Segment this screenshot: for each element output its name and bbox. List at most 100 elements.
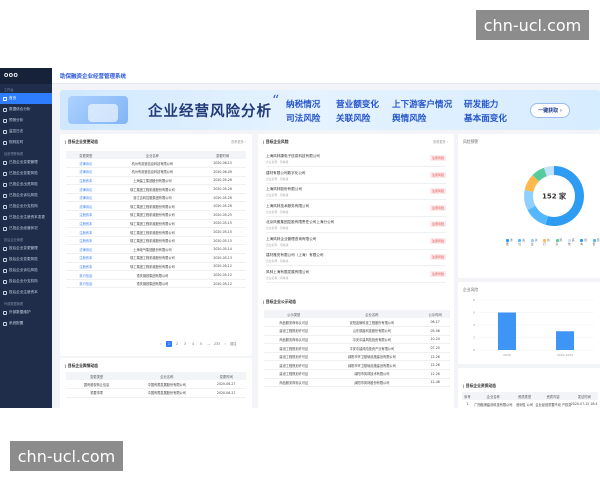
- column-header[interactable]: 企业名称: [323, 310, 421, 318]
- table-row[interactable]: 1 广西融博建设科技有限公司 营利性 公司 企业经营重要不动 产权变更 2020-07-…: [462, 400, 598, 408]
- sidebar-item[interactable]: 投后企业变更管理: [0, 243, 52, 254]
- risk-list-item[interactable]: 上海风林康电子信息科技有限公司 企业名称：风林康 注意风险: [266, 152, 446, 167]
- banner-tag: 基本面变化: [464, 114, 507, 124]
- menu-icon: [3, 290, 7, 295]
- table-row[interactable]: 法律诉讼 杭州有赛道信息科技有限公司 2020-06-15: [66, 159, 246, 169]
- menu-icon: [3, 193, 7, 198]
- sidebar-item[interactable]: 已投企业变更风险: [0, 168, 52, 179]
- table-row[interactable]: 注册资本 徐工集团工程机械股份有限公司 2020-05-15: [66, 227, 246, 237]
- table-row[interactable]: 法律诉讼 徐工集团工程机械股份有限公司 2020-05-26: [66, 184, 246, 194]
- sidebar-item[interactable]: 已投企业分支机构: [0, 201, 52, 212]
- page-button[interactable]: ...: [206, 341, 212, 347]
- sidebar-item[interactable]: 已投企业经营状况: [0, 223, 52, 234]
- table-row[interactable]: 建设工程规划许可证 绿阳市环卫基础设施建设有限公司 12-26: [264, 360, 450, 371]
- page-button[interactable]: 4: [190, 341, 196, 347]
- sidebar-item[interactable]: 投后企业诉讼风险: [0, 265, 52, 276]
- risk-list-item[interactable]: 上海风林企业管理咨询有限公司 企业名称：风林康 注意风险: [266, 235, 446, 250]
- table-row[interactable]: 建设工程规划许可证 平安中建风险投资产业有限公司 07-20: [264, 343, 450, 353]
- risk-warning-donut-card: 风险预警 152 家 重要 失信 关注 执行 限高 其他 终本 预警: [458, 134, 600, 278]
- view-more-link[interactable]: 查看更多 ›: [433, 139, 448, 144]
- column-header[interactable]: 变更类型: [66, 151, 106, 159]
- column-header[interactable]: 公示时间: [420, 310, 450, 318]
- table-row[interactable]: 商品服务商标认可证 安阳金陵科技工程股份有限公司 06-17: [264, 318, 450, 328]
- bar[interactable]: [556, 331, 574, 350]
- table-row[interactable]: 注册资本 徐工集团工程机械股份有限公司 2020-05-15: [66, 219, 246, 229]
- sidebar-item[interactable]: 外部数据维护: [0, 307, 52, 318]
- page-button[interactable]: 1: [166, 341, 172, 347]
- chart-legend: 重要 失信 关注 执行 限高 其他 终本 预警: [506, 238, 600, 246]
- column-header[interactable]: 企业名称: [127, 372, 207, 380]
- donut-slice[interactable]: [527, 205, 549, 225]
- sidebar-item[interactable]: 系统配置: [0, 318, 52, 329]
- table-cell: 商品服务商标认可证: [264, 335, 324, 345]
- table-cell: 建设工程规划许可证: [264, 360, 324, 371]
- table-cell: 执行信息: [66, 279, 106, 289]
- table-cell: 营利性 公司: [513, 400, 536, 408]
- column-header[interactable]: 变更时间: [206, 372, 246, 380]
- column-header[interactable]: 变更类型: [66, 372, 128, 380]
- sidebar-item[interactable]: 已投企业诉讼风险: [0, 190, 52, 201]
- table-row[interactable]: 建设工程规划许可证 绿阳市环卫基础设施建设有限公司 12-26: [264, 352, 450, 362]
- page-button[interactable]: 3: [182, 341, 188, 347]
- menu-icon: [3, 129, 7, 134]
- sidebar-item[interactable]: 投后企业分支机构: [0, 276, 52, 287]
- sidebar-item-label: 已投企业变更管理: [9, 160, 38, 164]
- table-row[interactable]: 注册资本 上海建工集团股份有限公司 2020-05-26: [66, 176, 246, 186]
- risk-list-item[interactable]: 风林上海有限发展有限公司 企业名称：风林康 注意风险: [266, 268, 446, 283]
- page-button[interactable]: 233: [214, 341, 220, 347]
- column-header[interactable]: 企业名称: [472, 392, 514, 400]
- column-header[interactable]: 公示类型: [264, 310, 324, 318]
- table-row[interactable]: 执行信息 重庆钢铁集团有限公司 2020-05-12: [66, 279, 246, 289]
- sidebar-item[interactable]: 预测分析: [0, 115, 52, 126]
- table-row[interactable]: 注册资本 徐工集团工程机械股份有限公司 2020-05-13: [66, 253, 246, 263]
- risk-list-item[interactable]: 上海风林股份有限公司 企业名称：风林康 注意风险: [266, 185, 446, 200]
- sidebar-item[interactable]: 监控日志: [0, 126, 52, 137]
- sidebar-item[interactable]: 已投企业出资风险: [0, 179, 52, 190]
- sidebar-item[interactable]: 首页: [0, 93, 52, 104]
- card-title: | 目标企业公示动态: [263, 299, 297, 304]
- page-button[interactable]: 2: [174, 341, 180, 347]
- column-header[interactable]: 资质内容: [535, 392, 571, 400]
- sidebar-item[interactable]: 投后企业变更风险: [0, 254, 52, 265]
- page-button[interactable]: 5: [198, 341, 204, 347]
- column-header[interactable]: 企业名称: [105, 151, 200, 159]
- sidebar-item[interactable]: 投后企业注册资本: [0, 287, 52, 298]
- table-row[interactable]: 执行信息 重庆钢铁集团有限公司 2020-05-12: [66, 270, 246, 280]
- table-row[interactable]: 注册资本 徐工集团工程机械股份有限公司 2020-05-12: [66, 262, 246, 272]
- table-row[interactable]: 注册资本 徐工集团工程机械股份有限公司 2020-05-25: [66, 210, 246, 220]
- table-row[interactable]: 法律诉讼 徐工集团工程机械股份有限公司 2020-05-26: [66, 201, 246, 212]
- table-row[interactable]: 法律诉讼 上海电气集团股份有限公司 2020-05-14: [66, 244, 246, 255]
- table-row[interactable]: 建设工程规划许可证 绿阳市风林技术有限公司 12-26: [264, 369, 450, 379]
- card-title: | 目标企业风险: [263, 139, 289, 144]
- sidebar-group-label: 工作台: [4, 88, 14, 92]
- table-row[interactable]: 注册资本 徐工集团工程机械股份有限公司 2020-05-15: [66, 236, 246, 246]
- page-button[interactable]: 前往: [230, 341, 236, 347]
- table-row[interactable]: 重要事项 中国有限发展股份有限公司 2020-06-27: [66, 388, 246, 398]
- one-click-fetch-button[interactable]: 一键获取 ›: [530, 103, 570, 118]
- table-row[interactable]: 商品服务商标认可证 平安中建风险投资有限公司 10-24: [264, 335, 450, 345]
- table-row[interactable]: 法律诉讼 杭州有赛道信息科技有限公司 2020-06-09: [66, 167, 246, 177]
- bar[interactable]: [498, 312, 516, 351]
- risk-list-item[interactable]: 北京风雅集团控股有限责任公司上海分公司 企业名称：风林康 注意风险: [266, 218, 446, 233]
- sidebar-item[interactable]: 已投企业注册资本变更: [0, 212, 52, 223]
- risk-list-item[interactable]: 上海风林技术服务有限公司 企业名称：风林康 注意风险: [266, 202, 446, 217]
- risk-list-item[interactable]: 建材有限公司数字化公司 企业名称：风林康 注意风险: [266, 169, 446, 184]
- sidebar-item[interactable]: 数据综合分析: [0, 104, 52, 115]
- risk-badge: 注意风险: [429, 221, 446, 227]
- table-cell: 2020-05-15: [199, 227, 246, 237]
- table-row[interactable]: 商品服务商标认可证 绿阳市风林股份有限公司 12-46: [264, 378, 450, 388]
- column-header[interactable]: 序号: [462, 392, 473, 400]
- risk-list-item[interactable]: 建材雅安有限公司（上海）有限公司 企业名称：风林康 注意风险: [266, 251, 446, 266]
- column-header[interactable]: 发证时间: [570, 392, 598, 400]
- view-more-link[interactable]: 查看更多 ›: [231, 139, 246, 144]
- sidebar-item[interactable]: 已投企业变更管理: [0, 157, 52, 168]
- table-cell: 2020-05-26: [199, 184, 246, 194]
- page-button[interactable]: ›: [222, 341, 228, 347]
- table-row[interactable]: 国有股权转让信息 中国有限发展股份有限公司 2020-06-27: [66, 380, 246, 390]
- table-row[interactable]: 法律诉讼 浙江吉利控股集团有限公司 2020-05-26: [66, 193, 246, 203]
- column-header[interactable]: 资质类型: [513, 392, 536, 400]
- column-header[interactable]: 变更时间: [199, 151, 246, 159]
- table-row[interactable]: 建设工程规划许可证 山东德鑫科技股份有限公司 05-06: [264, 326, 450, 336]
- sidebar-item[interactable]: 规则定时: [0, 137, 52, 148]
- page-button[interactable]: ‹: [158, 341, 164, 347]
